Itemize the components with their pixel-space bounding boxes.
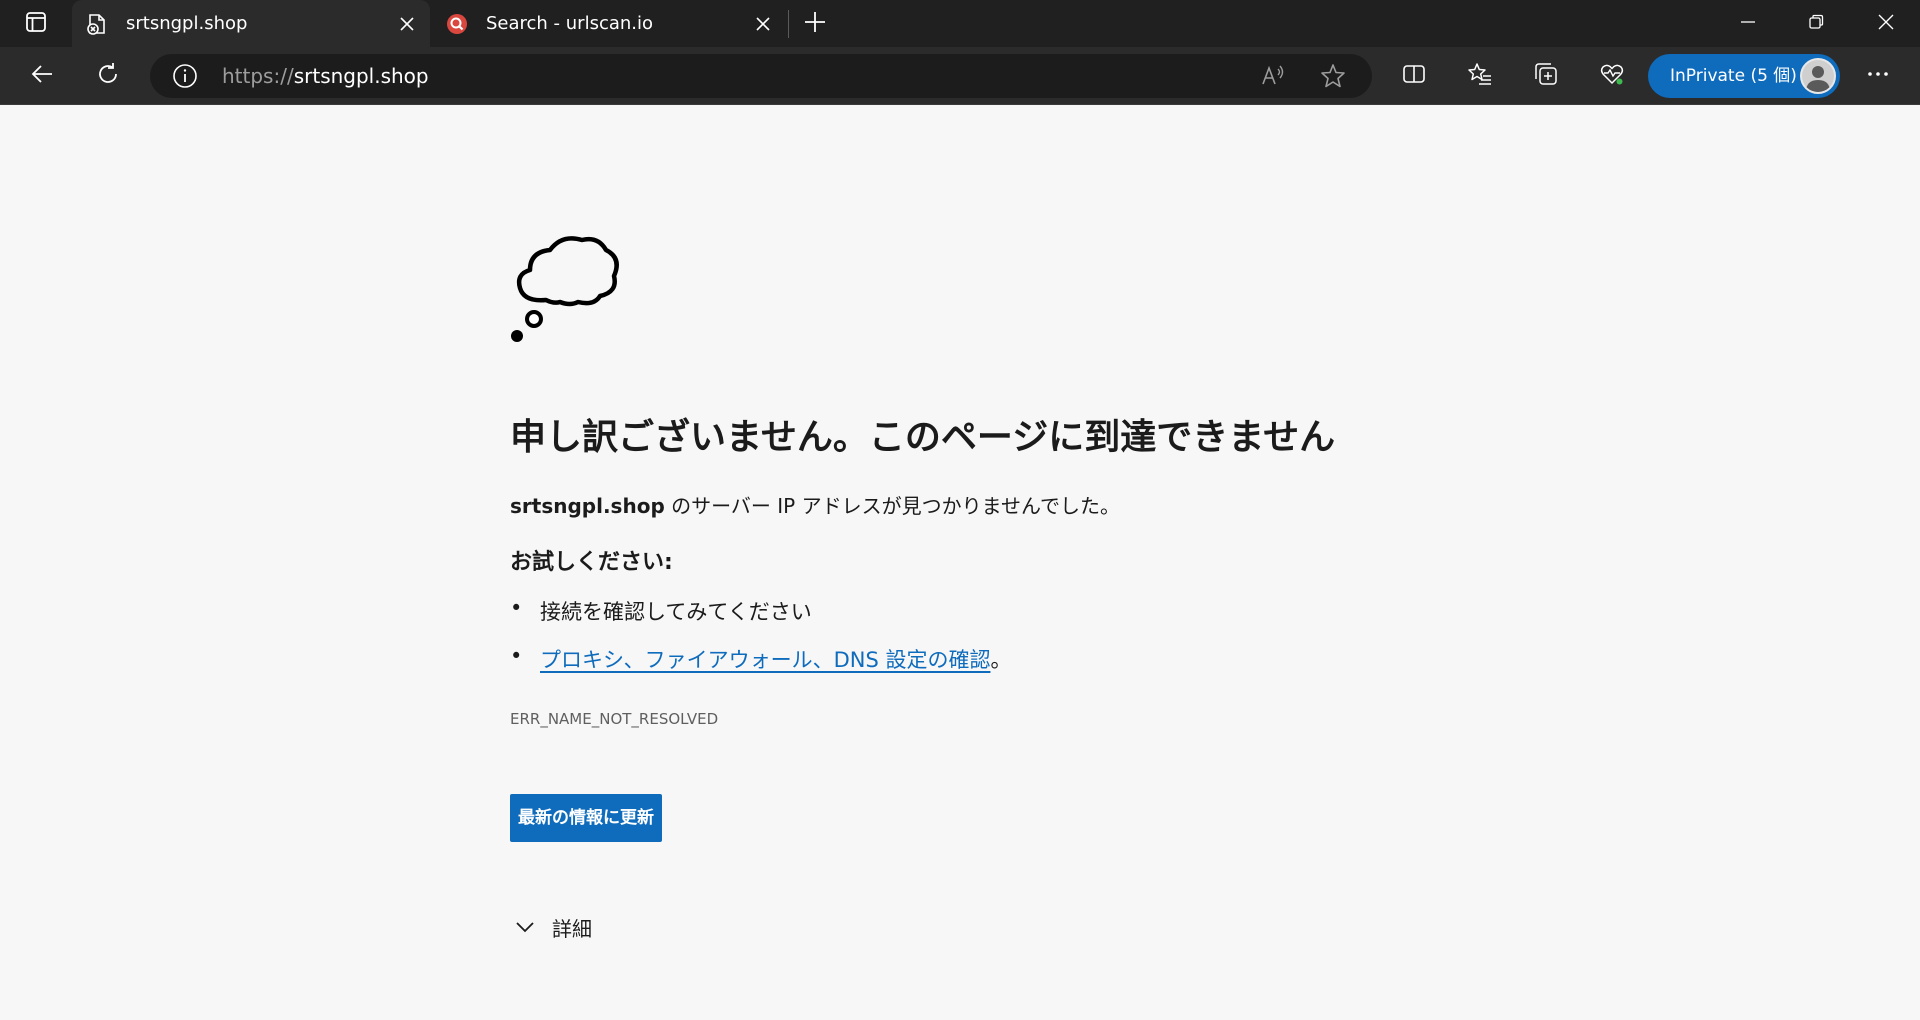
refresh-icon <box>96 62 120 90</box>
restore-button[interactable] <box>1782 0 1850 47</box>
inprivate-label: InPrivate (5 個) <box>1670 66 1797 86</box>
suggestions-heading: お試しください: <box>510 550 673 575</box>
error-headline: 申し訳ございません。このページに到達できません <box>510 417 1336 458</box>
tab-close-icon[interactable] <box>750 11 776 37</box>
favorites-list-icon <box>1468 62 1492 90</box>
tab-close-icon[interactable] <box>394 11 420 37</box>
error-code: ERR_NAME_NOT_RESOLVED <box>510 710 719 728</box>
error-host: srtsngpl.shop <box>510 494 665 518</box>
collections-button[interactable] <box>1526 56 1566 96</box>
heart-pulse-icon <box>1600 62 1624 90</box>
page-error-icon <box>86 13 108 35</box>
thought-cloud-icon <box>510 230 622 342</box>
urlscan-logo-icon <box>446 13 468 35</box>
refresh-button[interactable] <box>88 56 128 96</box>
read-aloud-icon[interactable] <box>1258 61 1288 91</box>
close-icon <box>1878 14 1894 34</box>
minimize-button[interactable] <box>1714 0 1782 47</box>
split-screen-icon <box>1402 62 1426 90</box>
inprivate-profile-button[interactable]: InPrivate (5 個) <box>1648 54 1840 98</box>
suggestion-trail: 。 <box>990 648 1012 672</box>
minimize-icon <box>1740 14 1756 34</box>
proxy-firewall-dns-link[interactable]: プロキシ、ファイアウォール、DNS 設定の確認 <box>540 648 990 672</box>
new-tab-button[interactable] <box>798 7 832 41</box>
settings-more-button[interactable] <box>1858 56 1898 96</box>
close-window-button[interactable] <box>1852 0 1920 47</box>
tab-strip: srtsngpl.shop Search - urlscan.io <box>0 0 1920 47</box>
tab-separator <box>788 10 789 38</box>
refresh-page-button[interactable]: 最新の情報に更新 <box>510 794 662 842</box>
bullet: • <box>510 596 523 620</box>
url-protocol: https:// <box>222 64 294 88</box>
chevron-down-icon <box>510 912 540 942</box>
url-text[interactable]: https://srtsngpl.shop <box>222 54 429 98</box>
url-host: srtsngpl.shop <box>293 64 429 88</box>
address-bar[interactable]: https://srtsngpl.shop <box>150 54 1372 98</box>
site-info-icon[interactable] <box>172 63 198 89</box>
tab-actions-icon <box>25 11 47 37</box>
details-label: 詳細 <box>552 916 592 941</box>
error-summary: srtsngpl.shop のサーバー IP アドレスが見つかりませんでした。 <box>510 490 1120 519</box>
suggestion-text: プロキシ、ファイアウォール、DNS 設定の確認。 <box>540 644 1011 674</box>
plus-icon <box>804 11 826 37</box>
toolbar: https://srtsngpl.shop InPrivate (5 個) <box>0 47 1920 105</box>
tab-urlscan[interactable]: Search - urlscan.io <box>432 0 786 47</box>
tab-actions-menu-button[interactable] <box>14 8 58 40</box>
collections-icon <box>1534 62 1558 90</box>
arrow-left-icon <box>30 62 54 90</box>
restore-icon <box>1808 14 1824 34</box>
bullet: • <box>510 644 523 668</box>
split-screen-button[interactable] <box>1394 56 1434 96</box>
tab-srtsngpl[interactable]: srtsngpl.shop <box>72 0 430 47</box>
favorites-button[interactable] <box>1460 56 1500 96</box>
browser-essentials-button[interactable] <box>1592 56 1632 96</box>
back-button[interactable] <box>22 56 62 96</box>
tab-title: Search - urlscan.io <box>486 13 654 34</box>
more-horizontal-icon <box>1866 62 1890 90</box>
tab-title: srtsngpl.shop <box>126 13 248 34</box>
error-summary-text: のサーバー IP アドレスが見つかりませんでした。 <box>664 494 1120 518</box>
favorite-star-icon[interactable] <box>1318 61 1348 91</box>
avatar <box>1800 58 1836 94</box>
details-toggle[interactable]: 詳細 <box>510 912 592 942</box>
suggestion-text: 接続を確認してみてください <box>540 600 812 624</box>
